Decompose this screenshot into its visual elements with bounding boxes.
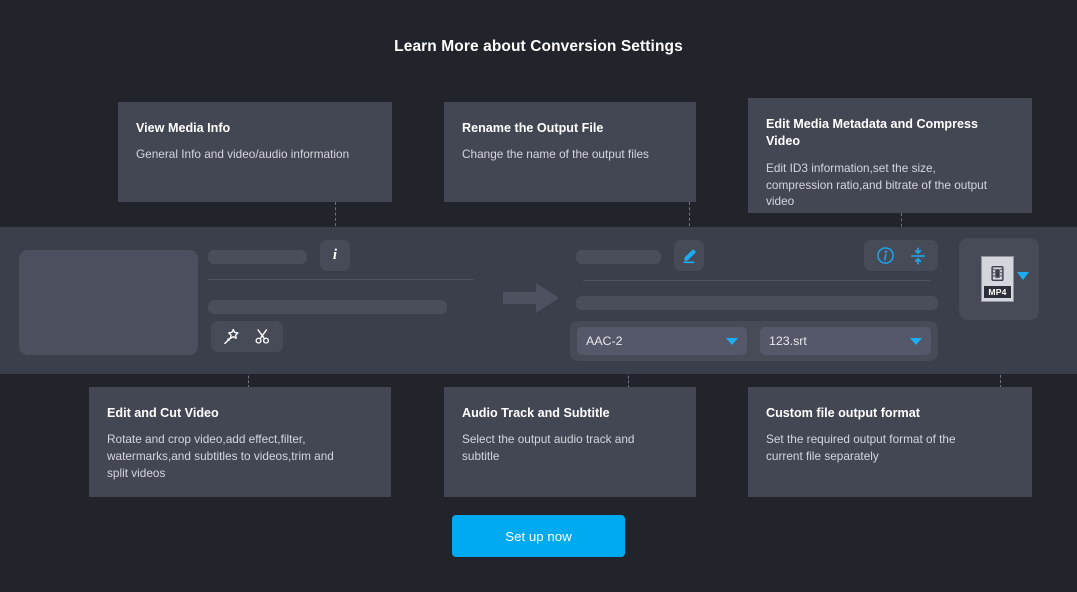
edit-tools-group[interactable]	[211, 321, 283, 352]
card-description: Select the output audio track and subtit…	[462, 432, 635, 464]
format-caret-down-icon[interactable]	[1017, 272, 1029, 280]
caret-down-icon	[910, 337, 922, 345]
card-description: Change the name of the output files	[462, 147, 649, 162]
caret-down-icon	[726, 337, 738, 345]
pencil-icon	[680, 247, 698, 265]
card-edit-and-cut-video: Edit and Cut Video Rotate and crop video…	[89, 387, 391, 497]
card-description: Set the required output format of the cu…	[766, 432, 956, 464]
subtitle-dropdown[interactable]: 123.srt	[760, 327, 931, 355]
video-thumbnail-placeholder	[19, 250, 198, 355]
compress-icon[interactable]	[908, 246, 928, 266]
audio-track-dropdown[interactable]: AAC-2	[577, 327, 747, 355]
info-icon: i	[332, 247, 338, 263]
audio-track-value: AAC-2	[586, 334, 623, 348]
card-edit-metadata-compress: Edit Media Metadata and Compress Video E…	[748, 98, 1032, 213]
output-filename-placeholder	[576, 250, 661, 264]
card-custom-file-output-format: Custom file output format Set the requir…	[748, 387, 1032, 497]
card-audio-track-and-subtitle: Audio Track and Subtitle Select the outp…	[444, 387, 696, 497]
card-description: Edit ID3 information,set the size, compr…	[766, 160, 987, 209]
card-title: Audio Track and Subtitle	[462, 406, 610, 420]
source-meta-placeholder	[208, 300, 447, 314]
mp4-format-badge[interactable]: MP4	[981, 256, 1014, 302]
format-label: MP4	[984, 286, 1011, 298]
card-title: Edit Media Metadata and Compress Video	[766, 117, 979, 149]
set-up-now-button[interactable]: Set up now	[452, 515, 625, 557]
card-title: Custom file output format	[766, 406, 920, 420]
media-info-button[interactable]: i	[320, 240, 350, 271]
subtitle-value: 123.srt	[769, 334, 807, 348]
card-view-media-info: View Media Info General Info and video/a…	[118, 102, 392, 202]
card-title: Rename the Output File	[462, 121, 604, 135]
card-description: General Info and video/audio information	[136, 147, 350, 162]
promo-overlay: Learn More about Conversion Settings Vie…	[0, 0, 1077, 592]
arrow-right-icon	[503, 283, 559, 313]
film-strip-icon	[988, 264, 1007, 283]
page-title: Learn More about Conversion Settings	[394, 38, 683, 55]
rename-output-button[interactable]	[674, 240, 704, 271]
card-description: Rotate and crop video,add effect,filter,…	[107, 432, 334, 480]
source-divider	[208, 279, 474, 280]
card-rename-output-file: Rename the Output File Change the name o…	[444, 102, 696, 202]
metadata-tools-group[interactable]	[864, 240, 938, 271]
output-meta-placeholder	[576, 296, 938, 310]
track-selection-bar: AAC-2 123.srt	[570, 321, 938, 361]
magic-wand-icon[interactable]	[222, 327, 241, 346]
card-title: View Media Info	[136, 121, 231, 135]
scissors-icon[interactable]	[253, 327, 272, 346]
output-divider	[583, 280, 931, 281]
card-title: Edit and Cut Video	[107, 406, 219, 420]
source-filename-placeholder	[208, 250, 307, 264]
info-circle-icon[interactable]	[875, 245, 896, 266]
